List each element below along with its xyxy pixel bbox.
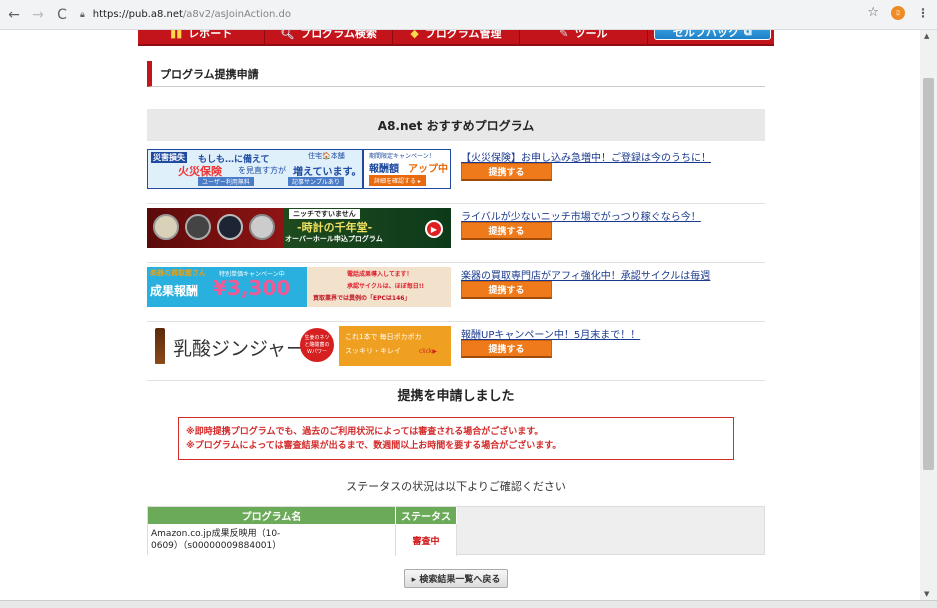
banner-text: 報酬額: [369, 164, 399, 175]
banner-text: 承認サイクルは、ほぼ毎日!!: [347, 283, 425, 290]
watch-icon: [153, 214, 179, 240]
program-link[interactable]: 楽器の買取専門店がアフィ強化中！承認サイクルは毎週: [461, 267, 710, 282]
profile-avatar[interactable]: ﾛ: [891, 5, 905, 20]
banner-text: 成果報酬: [150, 284, 199, 298]
tie-button[interactable]: 提携する: [461, 163, 552, 181]
banner-text: オーバーホール申込プログラム: [285, 235, 383, 243]
banner-text: ¥3,300: [213, 276, 291, 300]
back-to-results-button[interactable]: ▸ 検索結果一覧へ戻る: [404, 569, 508, 588]
result-heading: 提携を申請しました: [397, 389, 515, 404]
forward-arrow-icon[interactable]: →: [28, 5, 48, 25]
nav-program-search[interactable]: 🔍︎ プログラム検索: [265, 30, 393, 44]
nav-tools-label: ツール: [574, 30, 608, 40]
banner-text: 買取業界では異例の「EPCは146」: [313, 295, 411, 302]
banner-badge: 生姜のネツと酪酸菌のWパワー: [300, 328, 334, 362]
vertical-scrollbar[interactable]: ▲ ▼: [920, 30, 937, 600]
selfback-button[interactable]: セルフバック ⧉: [653, 30, 771, 40]
watch-icon: [249, 214, 275, 240]
banner-cta: click▶: [419, 348, 438, 355]
banner-text: 期間限定キャンペーン！: [369, 153, 435, 160]
banner-tag: 災害損失: [151, 152, 187, 163]
page-viewport: ▮▮ レポート 🔍︎ プログラム検索 ◆ プログラム管理 ✎ ツール セルフバッ…: [0, 30, 920, 600]
top-navigation: ▮▮ レポート 🔍︎ プログラム検索 ◆ プログラム管理 ✎ ツール セルフバッ…: [138, 30, 774, 46]
play-circle-icon: ▶: [425, 220, 443, 238]
bookmark-star-icon[interactable]: ☆: [867, 5, 879, 20]
tie-button[interactable]: 提携する: [461, 340, 552, 358]
program-row: 災害損失 もしも…に備えて 住宅🏠本舗 火災保険 を見直す方が 増えています。 …: [147, 145, 765, 204]
notice-box: ※即時提携プログラムでも、過去のご利用状況によっては審査される場合がございます。…: [178, 417, 734, 460]
status-table: プログラム名 ステータス Amazon.co.jp成果反映用（10- 0609）…: [147, 506, 765, 556]
tie-button[interactable]: 提携する: [461, 222, 552, 240]
ginger-drink-banner[interactable]: 乳酸ジンジャー 生姜のネツと酪酸菌のWパワー これ1本で 毎日ポカポカ スッキリ…: [147, 326, 451, 366]
banner-text: を見直す方が: [238, 166, 286, 175]
menu-dots-icon[interactable]: ⋮: [917, 6, 929, 20]
scroll-down-icon[interactable]: ▼: [924, 590, 929, 598]
watch-icon: [217, 214, 243, 240]
nav-report-label: レポート: [188, 30, 233, 40]
banner-text: スッキリ・キレイ: [345, 347, 401, 355]
banner-logo: 住宅🏠本舗: [308, 152, 345, 160]
program-name-line: Amazon.co.jp成果反映用（10-: [151, 529, 281, 539]
url-path: /a8v2/asJoinAction.do: [182, 9, 291, 20]
banner-tag: ニッチですいません: [289, 209, 360, 219]
browser-toolbar: ← → C 🔒︎ https://pub.a8.net/a8v2/asJoinA…: [0, 0, 937, 30]
program-name-line: 0609）（s00000009884001）: [151, 541, 282, 551]
program-row: 楽器の買取屋さん 特別単価キャンペーン中 成果報酬 ¥3,300 電話成果導入し…: [147, 263, 765, 322]
chart-icon: ▮▮: [170, 30, 183, 40]
folder-icon: ◆: [410, 30, 419, 40]
selfback-label: セルフバック: [672, 30, 739, 39]
external-window-icon: ⧉: [743, 30, 752, 38]
banner-text: アップ中: [408, 164, 448, 175]
nav-program-search-label: プログラム検索: [300, 30, 377, 40]
program-link[interactable]: ライバルが少ないニッチ市場でがっつり稼ぐなら今！: [461, 208, 701, 223]
banner-text: -時計の千年堂-: [297, 221, 373, 234]
status-instruction: ステータスの状況は以下よりご確認ください: [346, 480, 566, 493]
banner-badge: ユーザー利用無料: [198, 177, 254, 186]
page-title: プログラム提携申請: [147, 61, 765, 87]
nav-tools[interactable]: ✎ ツール: [520, 30, 648, 44]
nav-program-manage-label: プログラム管理: [424, 30, 502, 40]
watch-overhaul-banner[interactable]: ニッチですいません -時計の千年堂- オーバーホール申込プログラム ▶: [147, 208, 451, 248]
column-header-status: ステータス: [396, 507, 457, 524]
program-row: 乳酸ジンジャー 生姜のネツと酪酸菌のWパワー これ1本で 毎日ポカポカ スッキリ…: [147, 322, 765, 381]
watch-icon: [185, 214, 211, 240]
tie-button[interactable]: 提携する: [461, 281, 552, 299]
banner-badge: 記事サンプルあり: [288, 177, 344, 186]
reload-icon[interactable]: C: [52, 5, 72, 25]
back-arrow-icon[interactable]: ←: [4, 5, 24, 25]
banner-cta: 詳細を確認する ▸: [369, 175, 426, 186]
magnifier-icon: 🔍︎: [280, 30, 295, 40]
program-link[interactable]: 報酬UPキャンペーン中！5月末まで！！: [461, 326, 640, 341]
horizontal-scrollbar[interactable]: [0, 600, 937, 608]
wrench-icon: ✎: [559, 30, 569, 40]
banner-title: 乳酸ジンジャー: [173, 338, 306, 360]
banner-text: 電話成果導入してます！: [347, 271, 413, 278]
nav-report[interactable]: ▮▮ レポート: [138, 30, 266, 44]
column-header-program: プログラム名: [148, 507, 396, 524]
program-link[interactable]: 【火災保険】お申し込み急増中！ご登録は今のうちに！: [461, 149, 711, 164]
banner-text: 楽器の買取屋さん: [150, 269, 206, 277]
bottle-icon: [155, 328, 165, 364]
notice-line: ※即時提携プログラムでも、過去のご利用状況によっては審査される場合がございます。: [186, 427, 544, 437]
notice-line: ※プログラムによっては審査結果が出るまで、数週間以上お時間を要する場合がございま…: [186, 441, 562, 451]
banner-text: 増えています。: [293, 167, 362, 178]
program-name-cell: Amazon.co.jp成果反映用（10- 0609）（s00000009884…: [148, 524, 396, 556]
scroll-up-icon[interactable]: ▲: [924, 32, 929, 40]
url-host: https://pub.a8.net: [92, 9, 183, 20]
program-row: ニッチですいません -時計の千年堂- オーバーホール申込プログラム ▶ ライバル…: [147, 204, 765, 263]
banner-text: これ1本で 毎日ポカポカ: [345, 333, 422, 341]
lock-icon: 🔒︎: [80, 9, 85, 20]
fire-insurance-banner[interactable]: 災害損失 もしも…に備えて 住宅🏠本舗 火災保険 を見直す方が 増えています。 …: [147, 149, 451, 189]
recommended-heading: A8.net おすすめプログラム: [147, 109, 765, 141]
status-cell: 審査中: [396, 524, 457, 556]
scrollbar-thumb[interactable]: [923, 78, 934, 470]
nav-program-manage[interactable]: ◆ プログラム管理: [393, 30, 521, 44]
address-bar[interactable]: 🔒︎ https://pub.a8.net/a8v2/asJoinAction.…: [80, 4, 291, 26]
instrument-buyback-banner[interactable]: 楽器の買取屋さん 特別単価キャンペーン中 成果報酬 ¥3,300 電話成果導入し…: [147, 267, 451, 307]
